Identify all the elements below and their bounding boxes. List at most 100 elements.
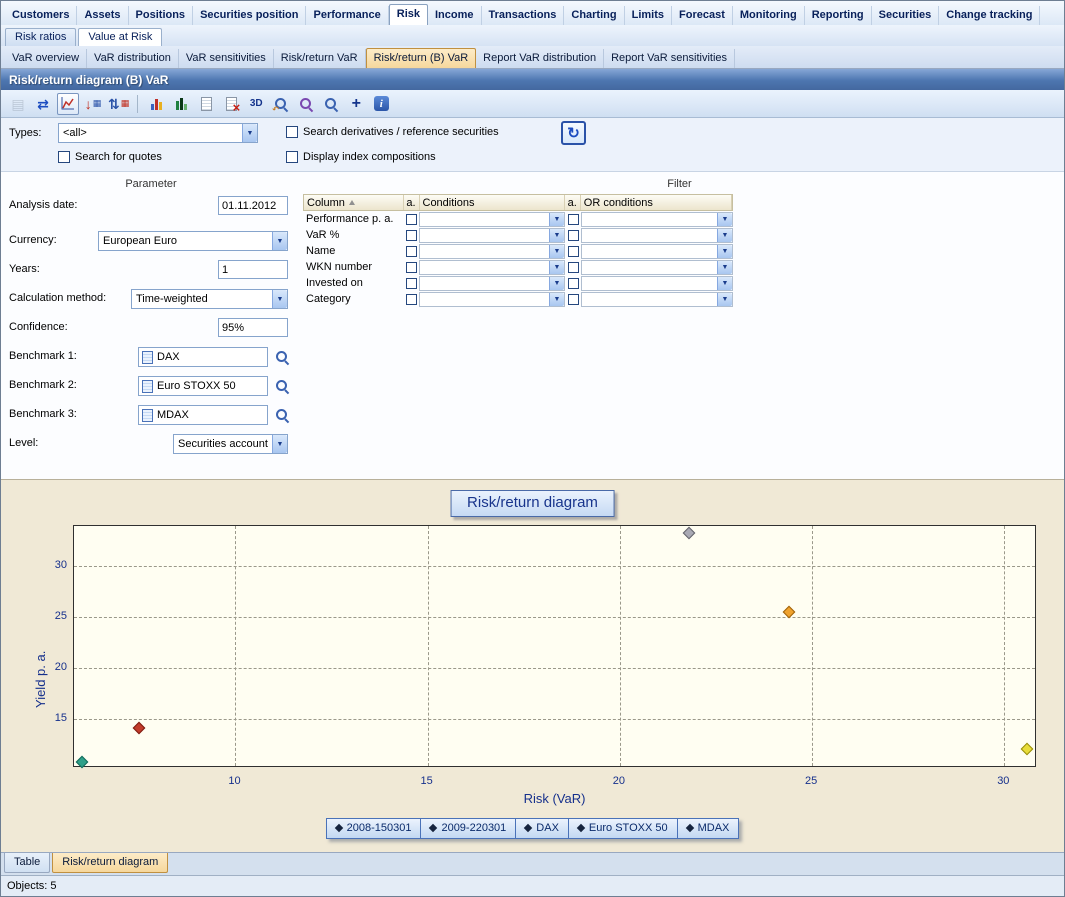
filter-conditions-dropdown[interactable]: ▼: [419, 212, 565, 227]
chevron-down-icon[interactable]: ▼: [272, 290, 287, 308]
chevron-down-icon[interactable]: ▼: [717, 245, 732, 258]
tab-forecast[interactable]: Forecast: [672, 6, 733, 25]
data-point-2008-150301[interactable]: [75, 755, 88, 768]
chart-type-icon[interactable]: [57, 93, 79, 115]
filter-and-checkbox[interactable]: [406, 294, 417, 305]
chevron-down-icon[interactable]: ▼: [717, 213, 732, 226]
tab-reporting[interactable]: Reporting: [805, 6, 872, 25]
filter-or-conditions-dropdown[interactable]: ▼: [581, 292, 733, 307]
data-point-dax[interactable]: [683, 527, 696, 540]
filter-conditions-dropdown[interactable]: ▼: [419, 260, 565, 275]
viewtab-var-sensitivities[interactable]: VaR sensitivities: [179, 49, 274, 68]
delete-report-icon[interactable]: ×: [220, 93, 242, 115]
chevron-down-icon[interactable]: ▼: [717, 229, 732, 242]
chevron-down-icon[interactable]: ▼: [549, 261, 564, 274]
filter-header-or[interactable]: OR conditions: [581, 195, 732, 210]
info-icon[interactable]: i: [370, 93, 392, 115]
refresh-icon[interactable]: ⇄: [32, 93, 54, 115]
tab-transactions[interactable]: Transactions: [482, 6, 565, 25]
filter-conditions-dropdown[interactable]: ▼: [419, 228, 565, 243]
bottom-tab-risk-return-diagram[interactable]: Risk/return diagram: [52, 853, 168, 873]
tab-securities[interactable]: Securities: [872, 6, 940, 25]
types-dropdown[interactable]: <all> ▼: [58, 123, 258, 143]
tab-assets[interactable]: Assets: [77, 6, 128, 25]
benchmark3-field[interactable]: MDAX: [138, 405, 268, 425]
tab-positions[interactable]: Positions: [129, 6, 194, 25]
filter-conditions-dropdown[interactable]: ▼: [419, 276, 565, 291]
three-d-icon[interactable]: 3D: [245, 93, 267, 115]
filter-or-conditions-dropdown[interactable]: ▼: [581, 228, 733, 243]
tab-risk[interactable]: Risk: [389, 4, 428, 25]
analysis-date-input[interactable]: [218, 196, 288, 215]
filter-or-conditions-dropdown[interactable]: ▼: [581, 212, 733, 227]
legend-item-2009-220301[interactable]: 2009-220301: [420, 818, 516, 839]
viewtab-var-overview[interactable]: VaR overview: [5, 49, 87, 68]
bar-chart-icon[interactable]: [145, 93, 167, 115]
tab-customers[interactable]: Customers: [5, 6, 77, 25]
filter-header-conditions[interactable]: Conditions: [420, 195, 565, 210]
chevron-down-icon[interactable]: ▼: [549, 293, 564, 306]
filter-and-checkbox[interactable]: [568, 262, 579, 273]
calculation-method-dropdown[interactable]: Time-weighted ▼: [131, 289, 288, 309]
zoom-out-icon[interactable]: [320, 93, 342, 115]
search-derivatives-checkbox[interactable]: [286, 126, 298, 138]
chevron-down-icon[interactable]: ▼: [549, 213, 564, 226]
tab-charting[interactable]: Charting: [564, 6, 624, 25]
search-quotes-checkbox[interactable]: [58, 151, 70, 163]
filter-and-checkbox[interactable]: [406, 262, 417, 273]
subtab-value-at-risk[interactable]: Value at Risk: [78, 28, 162, 46]
filter-and-checkbox[interactable]: [406, 230, 417, 241]
benchmark3-search-icon[interactable]: [273, 406, 291, 424]
chevron-down-icon[interactable]: ▼: [272, 435, 287, 453]
chevron-down-icon[interactable]: ▼: [717, 261, 732, 274]
crosshair-icon[interactable]: +: [345, 93, 367, 115]
legend-item-dax[interactable]: DAX: [515, 818, 569, 839]
sort-descending-icon[interactable]: ↓▦: [82, 93, 104, 115]
data-point-2009-220301[interactable]: [133, 722, 146, 735]
filter-and-checkbox[interactable]: [568, 278, 579, 289]
tab-income[interactable]: Income: [428, 6, 482, 25]
currency-dropdown[interactable]: European Euro ▼: [98, 231, 288, 251]
subtab-risk-ratios[interactable]: Risk ratios: [5, 28, 76, 46]
filter-header-column[interactable]: Column: [304, 195, 404, 210]
benchmark2-search-icon[interactable]: [273, 377, 291, 395]
benchmark1-field[interactable]: DAX: [138, 347, 268, 367]
chevron-down-icon[interactable]: ▼: [549, 229, 564, 242]
search-derivatives-checkbox-row[interactable]: Search derivatives / reference securitie…: [286, 126, 499, 138]
bottom-tab-table[interactable]: Table: [4, 853, 50, 873]
legend-item-euro-stoxx-50[interactable]: Euro STOXX 50: [568, 818, 678, 839]
chevron-down-icon[interactable]: ▼: [717, 293, 732, 306]
level-dropdown[interactable]: Securities account ▼: [173, 434, 288, 454]
viewtab-report-var-distribution[interactable]: Report VaR distribution: [476, 49, 604, 68]
chevron-down-icon[interactable]: ▼: [242, 124, 257, 142]
chevron-down-icon[interactable]: ▼: [549, 277, 564, 290]
years-input[interactable]: [218, 260, 288, 279]
filter-and-checkbox[interactable]: [406, 246, 417, 257]
chevron-down-icon[interactable]: ▼: [549, 245, 564, 258]
viewtab-report-var-sensitivities[interactable]: Report VaR sensitivities: [604, 49, 735, 68]
area-chart-icon[interactable]: [170, 93, 192, 115]
filter-header-and2[interactable]: a.: [565, 195, 581, 210]
filter-or-conditions-dropdown[interactable]: ▼: [581, 276, 733, 291]
filter-header-and1[interactable]: a.: [404, 195, 420, 210]
index-compositions-checkbox-row[interactable]: Display index compositions: [286, 151, 436, 163]
tab-change-tracking[interactable]: Change tracking: [939, 6, 1040, 25]
legend-item-2008-150301[interactable]: 2008-150301: [326, 818, 422, 839]
report-icon[interactable]: [195, 93, 217, 115]
tab-limits[interactable]: Limits: [625, 6, 672, 25]
data-point-mdax[interactable]: [1021, 742, 1034, 755]
benchmark1-search-icon[interactable]: [273, 348, 291, 366]
filter-and-checkbox[interactable]: [568, 294, 579, 305]
viewtab-var-distribution[interactable]: VaR distribution: [87, 49, 179, 68]
zoom-undo-icon[interactable]: ↶: [270, 93, 292, 115]
zoom-in-icon[interactable]: [295, 93, 317, 115]
filter-and-checkbox[interactable]: [406, 214, 417, 225]
legend-item-mdax[interactable]: MDAX: [677, 818, 740, 839]
viewtab-risk-return-b-var[interactable]: Risk/return (B) VaR: [366, 48, 477, 68]
filter-and-checkbox[interactable]: [568, 214, 579, 225]
confidence-input[interactable]: [218, 318, 288, 337]
filter-or-conditions-dropdown[interactable]: ▼: [581, 260, 733, 275]
filter-or-conditions-dropdown[interactable]: ▼: [581, 244, 733, 259]
chevron-down-icon[interactable]: ▼: [717, 277, 732, 290]
filter-and-checkbox[interactable]: [406, 278, 417, 289]
